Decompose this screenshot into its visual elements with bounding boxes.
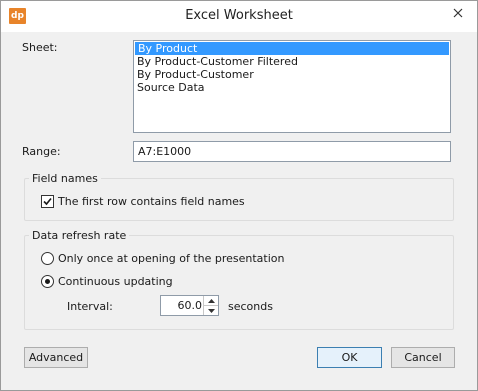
interval-unit: seconds [228,300,273,313]
refresh-continuous-radio[interactable] [41,275,54,288]
range-input[interactable]: A7:E1000 [133,141,451,162]
increment-button[interactable] [204,296,218,306]
ok-button[interactable]: OK [317,347,382,368]
interval-label: Interval: [67,300,113,313]
sheet-list-item[interactable]: By Product [135,42,449,55]
advanced-button[interactable]: Advanced [24,347,88,368]
stepper-buttons [203,296,218,315]
sheet-label: Sheet: [22,41,58,54]
title-bar: dp Excel Worksheet [1,1,477,32]
interval-value[interactable]: 60.0 [178,296,203,315]
close-icon [453,8,462,18]
refresh-continuous-label[interactable]: Continuous updating [58,275,173,288]
field-names-group-title: Field names [29,172,101,185]
dialog-window: dp Excel Worksheet Sheet: By Product By … [0,0,478,391]
window-title: Excel Worksheet [185,8,293,23]
range-label: Range: [22,145,61,158]
dialog-body: Sheet: By Product By Product-Customer Fi… [1,32,477,390]
refresh-rate-group-title: Data refresh rate [29,229,130,242]
close-button[interactable] [441,3,474,23]
decrement-button[interactable] [204,306,218,315]
arrow-up-icon [207,298,215,303]
refresh-once-radio[interactable] [41,252,54,265]
sheet-listbox[interactable]: By Product By Product-Customer Filtered … [133,40,451,133]
refresh-once-label[interactable]: Only once at opening of the presentation [58,252,285,265]
checkmark-icon [43,197,52,206]
sheet-list-item[interactable]: By Product-Customer [134,68,450,81]
cancel-button[interactable]: Cancel [391,347,455,368]
interval-stepper[interactable]: 60.0 [160,295,219,316]
first-row-checkbox-label[interactable]: The first row contains field names [58,195,245,208]
sheet-list-item[interactable]: Source Data [134,81,450,94]
sheet-list-item[interactable]: By Product-Customer Filtered [134,55,450,68]
first-row-checkbox[interactable] [41,195,54,208]
arrow-down-icon [207,308,215,313]
